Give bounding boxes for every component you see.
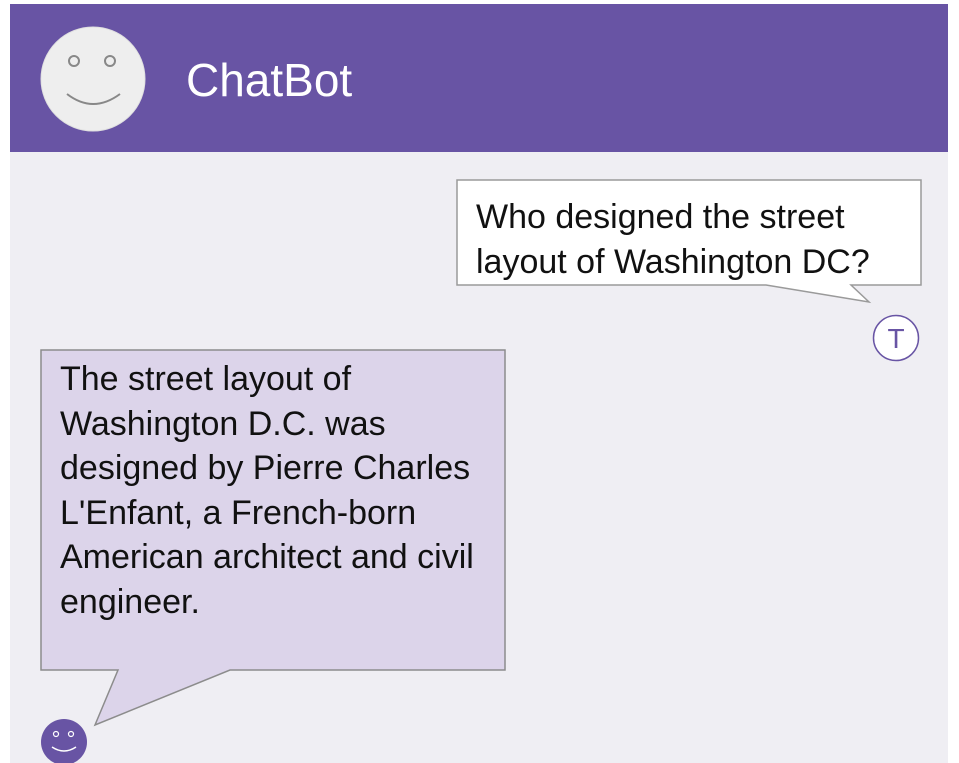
smiley-face-icon bbox=[41, 719, 87, 763]
chat-header: ChatBot bbox=[10, 4, 948, 152]
bot-message-bubble: The street layout of Washington D.C. was… bbox=[40, 349, 506, 729]
svg-text:T: T bbox=[887, 323, 904, 354]
bot-avatar bbox=[40, 718, 88, 763]
user-message-bubble: Who designed the street layout of Washin… bbox=[456, 179, 922, 309]
chatbot-avatar bbox=[40, 26, 146, 132]
user-message-text: Who designed the street layout of Washin… bbox=[476, 198, 870, 281]
user-initial-icon: T bbox=[872, 314, 920, 362]
user-avatar: T bbox=[872, 314, 920, 362]
smiley-face-icon bbox=[40, 26, 146, 132]
bot-message-text: The street layout of Washington D.C. was… bbox=[60, 360, 474, 621]
chat-window: ChatBot Who designed the street layout o… bbox=[10, 4, 948, 763]
chatbot-title: ChatBot bbox=[186, 54, 353, 106]
